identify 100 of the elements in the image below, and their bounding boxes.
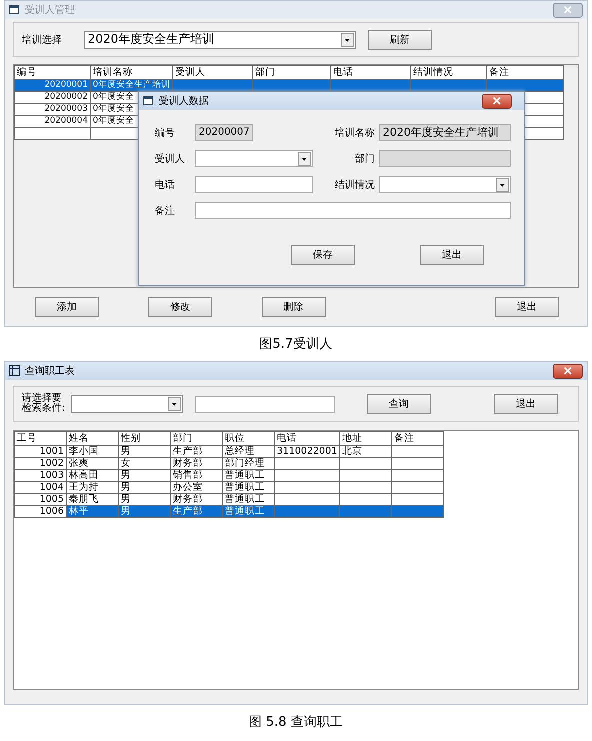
- table-cell: 李小国: [66, 446, 118, 458]
- table-cell: [340, 470, 392, 482]
- table-cell: [274, 458, 340, 470]
- table-cell[interactable]: 20200003: [14, 104, 90, 116]
- table-cell: 张爽: [66, 458, 118, 470]
- column-header[interactable]: 电话: [274, 432, 340, 446]
- action-button[interactable]: 添加: [35, 297, 99, 317]
- dropdown-field[interactable]: [71, 395, 183, 413]
- table-cell: [392, 470, 444, 482]
- table-cell: [392, 494, 444, 506]
- table-row[interactable]: 1004 王为持 男 办公室 普通职工: [14, 482, 444, 494]
- table-cell[interactable]: 20200004: [14, 116, 90, 128]
- column-header[interactable]: 电话: [330, 66, 411, 80]
- close-icon: [564, 367, 572, 375]
- search-field[interactable]: [195, 396, 335, 412]
- close-icon: [493, 97, 501, 105]
- table-cell: 普通职工: [222, 470, 274, 482]
- table-cell: 林平: [66, 506, 118, 518]
- table-cell[interactable]: [14, 128, 90, 140]
- table-cell: 普通职工: [222, 482, 274, 494]
- dropdown-field[interactable]: [195, 150, 313, 167]
- table-cell: 1005: [14, 494, 66, 506]
- figure-caption: 图 5.8 查询职工: [249, 714, 343, 732]
- table-cell: 男: [118, 482, 170, 494]
- filter-label: 请选择要检索条件:: [22, 394, 66, 414]
- field-label: 电话: [155, 178, 176, 192]
- table-cell: 财务部: [170, 494, 222, 506]
- table-cell[interactable]: 20200002: [14, 92, 90, 104]
- table-cell: 总经理: [222, 446, 274, 458]
- dropdown-field[interactable]: 2020年度安全生产培训: [84, 30, 356, 48]
- table-row[interactable]: 1006 林平 男 生产部 普通职工: [14, 506, 444, 518]
- column-header[interactable]: 工号: [14, 432, 66, 446]
- column-header[interactable]: 姓名: [66, 432, 118, 446]
- dialog-button[interactable]: 保存: [291, 245, 355, 265]
- window-icon: [143, 95, 155, 107]
- filter-label: 培训选择: [22, 34, 62, 46]
- table-cell: [340, 494, 392, 506]
- table-cell: [392, 458, 444, 470]
- dropdown-field[interactable]: [379, 176, 511, 193]
- readonly-field: 2020年度安全生产培训: [379, 124, 511, 141]
- table-cell: 1006: [14, 506, 66, 518]
- table-row[interactable]: 1002 张爽 女 财务部 部门经理: [14, 458, 444, 470]
- table-cell: 女: [118, 458, 170, 470]
- table-cell: 生产部: [170, 446, 222, 458]
- table-cell: 销售部: [170, 470, 222, 482]
- table-cell: 男: [118, 506, 170, 518]
- table-cell: 1001: [14, 446, 66, 458]
- field-label: 部门: [354, 152, 375, 166]
- table-cell: 办公室: [170, 482, 222, 494]
- field-label: 培训名称: [334, 126, 375, 140]
- table-icon: [9, 365, 21, 377]
- column-header[interactable]: 培训名称: [90, 66, 173, 80]
- window-title: 受训人管理: [25, 4, 75, 17]
- column-header[interactable]: 备注: [392, 432, 444, 446]
- exit-button[interactable]: 退出: [494, 394, 558, 414]
- table-cell: [340, 482, 392, 494]
- action-button[interactable]: 退出: [494, 297, 559, 317]
- table-cell: 1002: [14, 458, 66, 470]
- table-cell[interactable]: 20200001: [14, 80, 90, 92]
- column-header[interactable]: 结训情况: [410, 66, 487, 80]
- table-cell: [392, 446, 444, 458]
- column-header[interactable]: 备注: [486, 66, 564, 80]
- table-cell: 男: [118, 494, 170, 506]
- column-header[interactable]: 编号: [14, 66, 90, 80]
- column-header[interactable]: 职位: [222, 432, 274, 446]
- refresh-button[interactable]: 刷新: [368, 30, 432, 50]
- text-field[interactable]: [195, 202, 511, 219]
- column-header[interactable]: 部门: [170, 432, 222, 446]
- close-button[interactable]: [482, 94, 512, 108]
- table-cell: 生产部: [170, 506, 222, 518]
- table-cell: 林高田: [66, 470, 118, 482]
- action-button[interactable]: 删除: [262, 297, 326, 317]
- dialog-button[interactable]: 退出: [420, 245, 484, 265]
- table-cell: 普通职工: [222, 506, 274, 518]
- column-header[interactable]: 地址: [340, 432, 392, 446]
- table-cell: [392, 482, 444, 494]
- column-header[interactable]: 受训人: [172, 66, 253, 80]
- readonly-field: 20200007: [195, 124, 253, 141]
- table-cell: 0年度安全生产培训: [90, 80, 173, 92]
- table-row[interactable]: 1003 林高田 男 销售部 普通职工: [14, 470, 444, 482]
- action-button[interactable]: 修改: [148, 297, 212, 317]
- field-label: 备注: [155, 204, 176, 218]
- search-button[interactable]: 查询: [367, 394, 431, 414]
- text-field[interactable]: [195, 176, 313, 193]
- close-icon: [564, 6, 572, 14]
- figure-caption: 图5.7受训人: [260, 336, 332, 354]
- table-cell: 财务部: [170, 458, 222, 470]
- table-cell: [274, 494, 340, 506]
- table-cell: 北京: [340, 446, 392, 458]
- table-cell: 男: [118, 470, 170, 482]
- table-cell: 男: [118, 446, 170, 458]
- column-header[interactable]: 性别: [118, 432, 170, 446]
- table-row[interactable]: 1001 李小国 男 生产部 总经理 3110022001 北京: [14, 446, 444, 458]
- table-cell: 部门经理: [222, 458, 274, 470]
- table-row[interactable]: 1005 秦朋飞 男 财务部 普通职工: [14, 494, 444, 506]
- table-cell: [274, 482, 340, 494]
- table-cell: [340, 458, 392, 470]
- field-label: 受训人: [155, 152, 186, 166]
- close-button[interactable]: [553, 364, 583, 378]
- column-header[interactable]: 部门: [252, 66, 331, 80]
